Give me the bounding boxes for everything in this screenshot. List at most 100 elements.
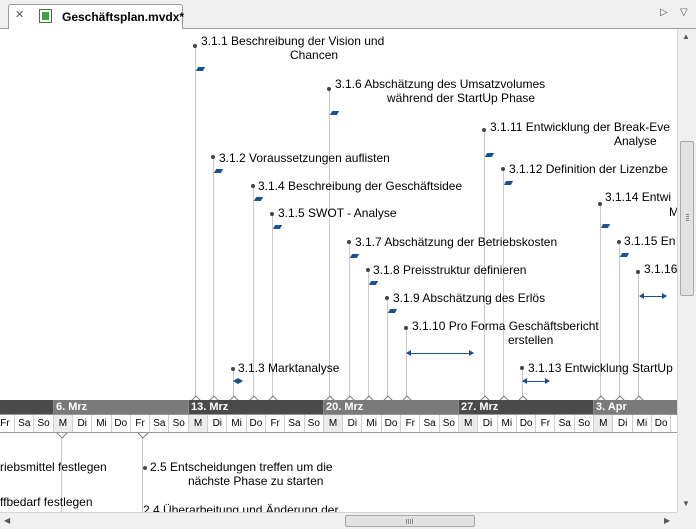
duration-bar[interactable] xyxy=(406,350,474,356)
task-dot xyxy=(366,268,370,272)
task-label: ffbedarf festlegen xyxy=(0,495,93,509)
milestone-flag[interactable] xyxy=(195,67,206,71)
week-cell: 3. Apr xyxy=(593,400,677,414)
timeline-canvas[interactable]: 3.1.1 Beschreibung der Vision und Chance… xyxy=(0,29,677,512)
milestone-flag[interactable] xyxy=(600,224,611,228)
grip-icon xyxy=(412,519,413,524)
task-label: riebsmittel festlegen xyxy=(0,460,107,474)
milestone-flag[interactable] xyxy=(272,225,283,229)
connector-line xyxy=(368,270,369,400)
day-cell: Fr xyxy=(401,415,421,432)
task-label: 3.1.8 Preisstruktur definieren xyxy=(373,263,527,277)
day-cell: Fr xyxy=(266,415,286,432)
day-cell: Do xyxy=(517,415,537,432)
task-label: 3.1.12 Definition der Lizenzbe xyxy=(509,162,668,176)
day-cell: Sa xyxy=(556,415,575,432)
milestone-flag[interactable] xyxy=(253,197,264,201)
vertical-scrollbar[interactable]: ▲ ▼ xyxy=(677,29,696,512)
connector-line xyxy=(195,46,196,400)
day-cell: M xyxy=(53,415,73,432)
vertical-scroll-thumb[interactable] xyxy=(680,141,694,296)
task-label: Chancen xyxy=(290,48,339,62)
day-cell: So xyxy=(35,415,54,432)
connector-line xyxy=(329,89,330,400)
task-label: Analyse xyxy=(614,134,657,148)
task-label: 3.1.9 Abschätzung des Erlös xyxy=(393,291,546,305)
task-label: M xyxy=(669,205,677,219)
milestone-flag[interactable] xyxy=(349,254,360,258)
tab-list-icon[interactable]: ▽ xyxy=(680,7,688,18)
connector-line xyxy=(387,298,388,400)
day-cell: Mi xyxy=(633,415,652,432)
task-dot xyxy=(385,296,389,300)
connector-line xyxy=(213,157,214,400)
milestone-flag[interactable] xyxy=(503,181,514,185)
connector-line xyxy=(349,242,350,400)
task-label: 3.1.10 Pro Forma Geschäftsbericht xyxy=(412,319,599,333)
task-dot xyxy=(211,155,215,159)
task-dot xyxy=(251,184,255,188)
day-cell: Do xyxy=(382,415,401,432)
day-cell: M xyxy=(189,415,208,432)
duration-bar[interactable] xyxy=(522,378,550,384)
close-icon[interactable]: ✕ xyxy=(15,8,24,21)
task-dot xyxy=(598,202,602,206)
connector-line xyxy=(638,272,639,400)
day-cell: Mi xyxy=(93,415,112,432)
grip-icon xyxy=(410,519,411,524)
day-cell: Do xyxy=(247,415,266,432)
scroll-right-icon[interactable]: ▶ xyxy=(664,516,670,525)
task-label: erstellen xyxy=(508,333,554,347)
day-cell: Fr xyxy=(536,415,556,432)
milestone-flag[interactable] xyxy=(619,253,630,257)
task-dot xyxy=(404,326,408,330)
task-dot xyxy=(501,167,505,171)
task-dot xyxy=(270,212,274,216)
task-label: 3.1.7 Abschätzung der Betriebskosten xyxy=(355,235,558,249)
milestone-flag[interactable] xyxy=(387,309,398,313)
connector-line xyxy=(619,242,620,400)
task-label: 3.1.5 SWOT - Analyse xyxy=(278,206,397,220)
task-dot xyxy=(636,270,640,274)
task-dot xyxy=(193,44,197,48)
day-cell: Sa xyxy=(286,415,305,432)
grip-icon xyxy=(686,214,689,215)
duration-bar[interactable] xyxy=(639,293,667,299)
task-label: 3.1.11 Entwicklung der Break-Eve xyxy=(490,120,670,134)
milestone-flag[interactable] xyxy=(329,111,340,115)
grip-icon xyxy=(408,519,409,524)
day-cell: So xyxy=(170,415,189,432)
milestone-flag[interactable] xyxy=(213,169,224,173)
day-cell: Di xyxy=(614,415,633,432)
week-cell: 6. Mrz xyxy=(53,400,188,414)
visio-file-icon xyxy=(39,9,52,23)
task-label: 3.1.16 xyxy=(644,262,677,276)
day-cell: Di xyxy=(73,415,93,432)
document-tab[interactable]: ✕ Geschäftsplan.mvdx* xyxy=(8,4,185,29)
milestone-flag[interactable] xyxy=(368,281,379,285)
task-dot xyxy=(327,87,331,91)
scrollbar-corner xyxy=(677,512,696,529)
day-cell: So xyxy=(305,415,324,432)
task-label: 2.5 Entscheidungen treffen um die xyxy=(150,460,333,474)
scroll-left-icon[interactable]: ◀ xyxy=(4,516,10,525)
connector-line xyxy=(503,169,504,400)
day-cell: M xyxy=(459,415,479,432)
horizontal-scrollbar[interactable]: ◀ ▶ xyxy=(0,512,677,529)
day-cell: Di xyxy=(208,415,228,432)
tab-title: Geschäftsplan.mvdx* xyxy=(62,10,185,24)
tab-scroll-right-icon[interactable]: ▷ xyxy=(660,7,668,18)
day-cell: Fr xyxy=(131,415,151,432)
horizontal-scroll-thumb[interactable] xyxy=(345,515,475,527)
task-dot xyxy=(143,466,147,470)
duration-bar[interactable] xyxy=(233,378,243,384)
scroll-up-icon[interactable]: ▲ xyxy=(682,32,690,41)
week-scale: 6. Mrz 13. Mrz 20. Mrz 27. Mrz 3. Apr xyxy=(0,400,677,414)
day-cell: Di xyxy=(479,415,498,432)
task-label: 3.1.6 Abschätzung des Umsatzvolumes xyxy=(335,77,546,91)
grip-icon xyxy=(686,218,689,219)
milestone-flag[interactable] xyxy=(484,153,495,157)
day-cell: Sa xyxy=(15,415,35,432)
scroll-down-icon[interactable]: ▼ xyxy=(682,499,690,508)
task-label: 3.1.14 Entwi xyxy=(605,190,672,204)
